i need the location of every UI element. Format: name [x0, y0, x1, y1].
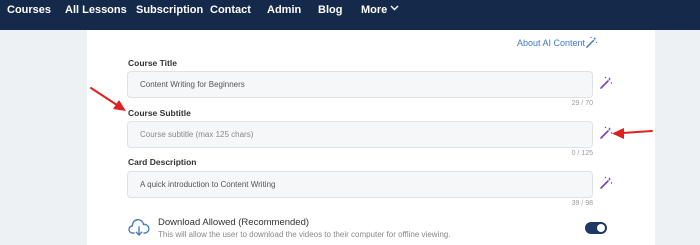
magic-wand-icon[interactable] [599, 176, 613, 190]
toggle-knob [597, 224, 605, 232]
course-title-counter: 29 / 70 [571, 100, 593, 107]
nav-item-all-lessons[interactable]: All Lessons [65, 0, 127, 24]
course-subtitle-input[interactable]: Course subtitle (max 125 chars) [127, 121, 593, 148]
nav-item-admin[interactable]: Admin [267, 0, 301, 24]
top-nav: Courses All Lessons Subscription Contact… [0, 0, 700, 30]
cloud-download-icon [128, 219, 150, 236]
about-ai-content-link[interactable]: About AI Content [517, 38, 585, 48]
magic-wand-icon[interactable] [599, 76, 613, 90]
course-title-label: Course Title [128, 58, 177, 68]
magic-wand-icon[interactable] [585, 36, 598, 49]
download-allowed-title: Download Allowed (Recommended) [158, 217, 310, 228]
card-description-input[interactable]: A quick introduction to Content Writing [127, 171, 593, 198]
nav-item-more[interactable]: More [361, 0, 399, 24]
card-description-counter: 39 / 98 [571, 200, 593, 207]
nav-item-blog[interactable]: Blog [318, 0, 342, 24]
download-allowed-description: This will allow the user to download the… [158, 230, 451, 239]
magic-wand-icon[interactable] [599, 126, 613, 140]
download-allowed-toggle[interactable] [585, 222, 607, 234]
card-description-label: Card Description [128, 157, 197, 167]
nav-item-contact[interactable]: Contact [210, 0, 251, 24]
nav-more-label: More [361, 4, 388, 16]
course-title-input[interactable]: Content Writing for Beginners [127, 71, 593, 98]
course-subtitle-label: Course Subtitle [128, 108, 191, 118]
nav-item-subscription[interactable]: Subscription [136, 0, 203, 24]
chevron-down-icon [390, 5, 399, 11]
course-subtitle-counter: 0 / 125 [571, 150, 593, 157]
nav-item-courses[interactable]: Courses [7, 0, 51, 24]
